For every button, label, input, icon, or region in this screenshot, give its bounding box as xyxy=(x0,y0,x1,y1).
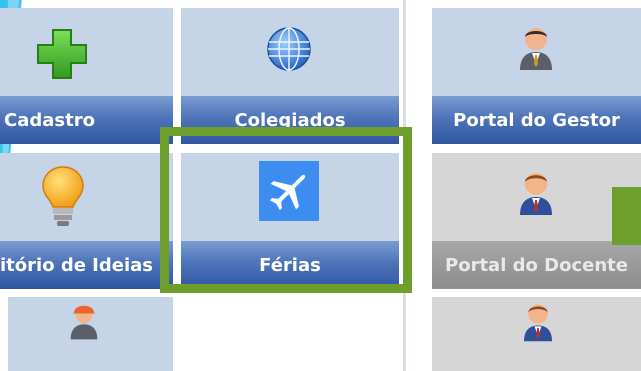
tile-cadastro[interactable]: Cadastro xyxy=(0,8,173,144)
tile-partial-2[interactable] xyxy=(432,297,641,371)
tile-portal-do-gestor[interactable]: Portal do Gestor xyxy=(432,8,641,144)
tile-label: Cadastro xyxy=(0,96,173,144)
manager-person-icon xyxy=(520,28,552,70)
tile-label: Portal do Gestor xyxy=(432,96,641,144)
tile-label: itório de Ideias xyxy=(0,241,173,289)
tile-partial-1[interactable] xyxy=(8,297,173,371)
tile-label: Portal do Docente xyxy=(432,241,641,289)
green-plus-icon xyxy=(37,29,87,79)
lightbulb-icon xyxy=(42,166,84,226)
green-tab[interactable] xyxy=(612,187,641,245)
tile-repositorio-de-ideias[interactable]: itório de Ideias xyxy=(0,153,173,289)
tile-portal-do-docente[interactable]: Portal do Docente xyxy=(432,153,641,289)
teacher-person-icon xyxy=(520,173,552,215)
globe-icon xyxy=(267,27,311,71)
worker-person-icon xyxy=(70,305,98,340)
highlight-box xyxy=(160,127,412,293)
tile-colegiados[interactable]: Colegiados xyxy=(181,8,399,144)
person-icon xyxy=(524,304,552,342)
